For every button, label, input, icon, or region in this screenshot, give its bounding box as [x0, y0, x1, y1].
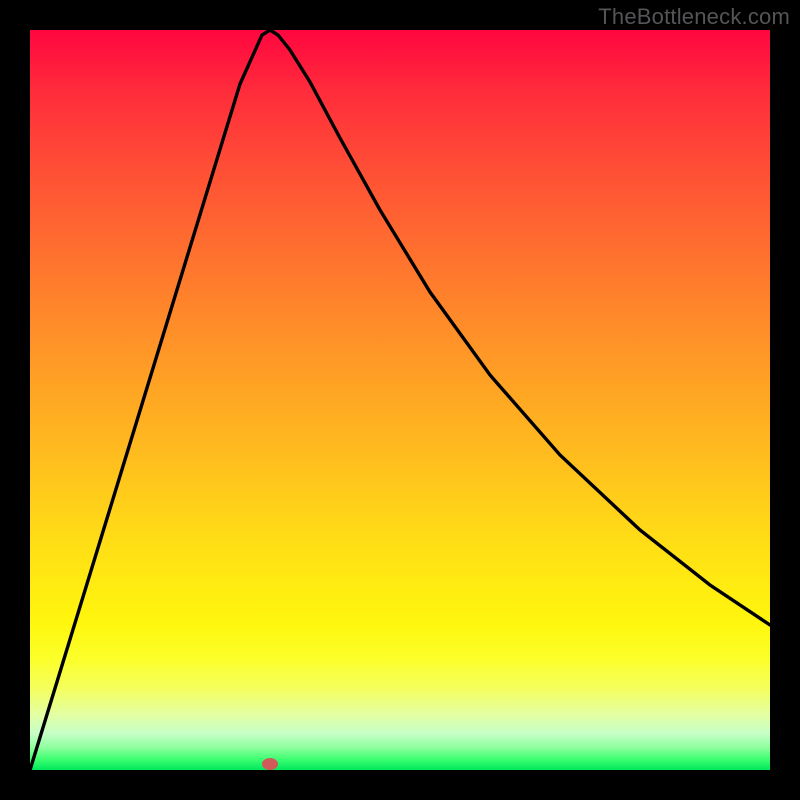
plot-area — [30, 30, 770, 770]
vertex-marker — [262, 758, 278, 770]
bottleneck-curve — [30, 30, 770, 770]
chart-frame: TheBottleneck.com — [0, 0, 800, 800]
watermark-text: TheBottleneck.com — [598, 4, 790, 30]
curve-svg — [30, 30, 770, 770]
